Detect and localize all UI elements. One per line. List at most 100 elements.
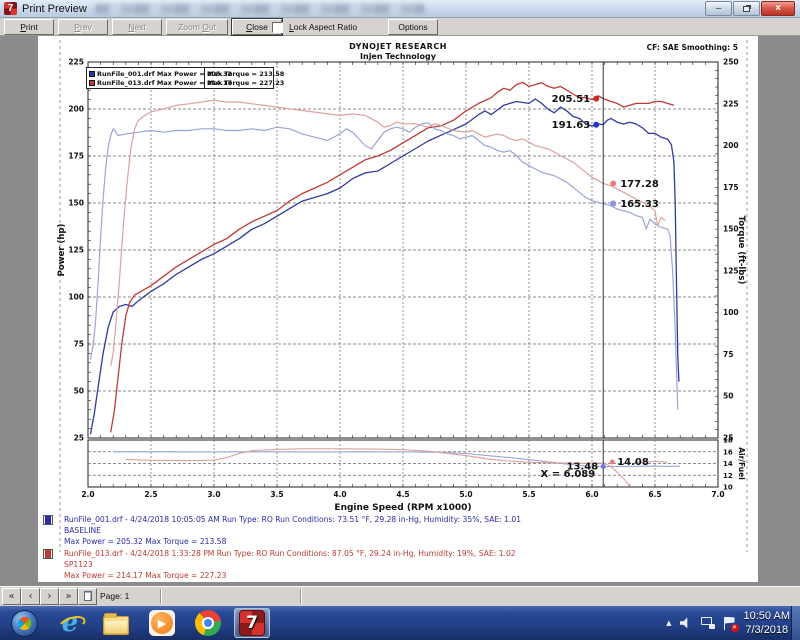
action-center-flag-icon[interactable]: × bbox=[723, 617, 736, 630]
taskbar-item-media-player[interactable]: ▶ bbox=[144, 608, 180, 638]
torque-axis-label: Torque (ft-lbs) bbox=[736, 216, 746, 285]
af-axis-tick: 16 bbox=[723, 448, 733, 456]
volume-icon[interactable] bbox=[680, 617, 693, 629]
run2-conditions: RunFile_013.drf - 4/24/2018 1:33:28 PM R… bbox=[64, 548, 516, 559]
folder-icon bbox=[103, 616, 129, 635]
power-axis-tick: 175 bbox=[68, 152, 84, 161]
rpm-axis-tick: 4.5 bbox=[396, 490, 409, 499]
cursor-dot bbox=[601, 464, 606, 469]
torque-axis-tick: 200 bbox=[723, 141, 739, 150]
torque-runfile-001-curve bbox=[91, 123, 678, 410]
power-axis-tick: 200 bbox=[68, 105, 84, 114]
run1-conditions: RunFile_001.drf - 4/24/2018 10:05:05 AM … bbox=[64, 514, 521, 525]
toolbar: Print Prev Next Zoom Out Close Lock Aspe… bbox=[0, 18, 800, 36]
rpm-axis-tick: 5.5 bbox=[522, 490, 535, 499]
legend-swatch-run2 bbox=[89, 80, 95, 86]
page-icon bbox=[84, 591, 92, 601]
statusbar-divider bbox=[160, 589, 162, 604]
run1-swatch bbox=[43, 515, 53, 525]
cursor-value-label: 177.28 bbox=[620, 179, 659, 190]
taskbar-item-chrome[interactable] bbox=[190, 608, 226, 638]
show-desktop-button[interactable] bbox=[791, 606, 800, 640]
power-axis-tick: 225 bbox=[68, 58, 84, 67]
torque-axis-tick: 175 bbox=[723, 183, 739, 192]
taskbar: e ▶ 7 ▲ × 10:50 AM 7/3/2018 bbox=[0, 606, 800, 640]
power-axis-tick: 125 bbox=[68, 246, 84, 255]
report-page: DYNOJET RESEARCH Injen Technology CF: SA… bbox=[38, 36, 758, 582]
power-axis-label: Power (hp) bbox=[57, 224, 67, 277]
cursor-value-label: 191.63 bbox=[552, 120, 591, 131]
taskbar-clock[interactable]: 10:50 AM 7/3/2018 bbox=[744, 609, 790, 637]
close-window-button[interactable]: × bbox=[761, 1, 795, 16]
minimize-button[interactable]: – bbox=[705, 1, 732, 16]
rpm-axis-tick: 7.0 bbox=[711, 490, 724, 499]
legend-torque-1: Max Torque = 213.58 bbox=[207, 70, 284, 78]
start-button[interactable] bbox=[6, 608, 42, 638]
clock-date: 7/3/2018 bbox=[744, 623, 790, 637]
title-bar[interactable]: 7 Print Preview – × bbox=[0, 0, 800, 18]
run-info-baseline: RunFile_001.drf - 4/24/2018 10:05:05 AM … bbox=[43, 514, 521, 547]
taskbar-item-dyno-app-active[interactable]: 7 bbox=[234, 608, 270, 638]
torque-axis-tick: 225 bbox=[723, 99, 739, 108]
next-page-button[interactable]: › bbox=[40, 588, 59, 605]
taskbar-item-internet-explorer[interactable]: e bbox=[52, 608, 88, 638]
network-icon[interactable] bbox=[701, 617, 715, 629]
power-axis-tick: 75 bbox=[74, 340, 84, 349]
prev-page-button[interactable]: ‹ bbox=[21, 588, 40, 605]
preview-area: DYNOJET RESEARCH Injen Technology CF: SA… bbox=[0, 36, 800, 586]
hidden-icons-arrow[interactable]: ▲ bbox=[666, 619, 671, 627]
power-axis-tick: 50 bbox=[74, 387, 84, 396]
window-title: Print Preview bbox=[22, 3, 87, 15]
internet-explorer-icon: e bbox=[62, 610, 79, 636]
dyno-app-icon: 7 bbox=[239, 610, 265, 636]
windows-orb-icon bbox=[11, 610, 38, 637]
print-preview-window: 7 Print Preview – × Print Prev Next Zoom… bbox=[0, 0, 800, 640]
zoom-out-button[interactable]: Zoom Out bbox=[166, 19, 228, 35]
cursor-dot bbox=[610, 200, 616, 206]
chrome-icon bbox=[195, 610, 221, 636]
power-runfile-001-curve bbox=[91, 99, 679, 434]
cursor-dot bbox=[593, 122, 599, 128]
last-page-button[interactable]: » bbox=[59, 588, 78, 605]
af-axis-tick: 18 bbox=[723, 437, 733, 445]
cursor-x-label: X = 6.089 bbox=[541, 469, 596, 480]
rpm-axis-tick: 6.0 bbox=[585, 490, 598, 499]
run-info-sp1123: RunFile_013.drf - 4/24/2018 1:33:28 PM R… bbox=[43, 548, 516, 581]
goto-page-button[interactable] bbox=[78, 588, 97, 605]
rpm-axis-tick: 2.5 bbox=[144, 490, 157, 499]
power-axis-tick: 150 bbox=[68, 199, 84, 208]
cursor-value-label: 205.51 bbox=[552, 94, 591, 105]
page-number-label: Page: 1 bbox=[100, 591, 129, 601]
rpm-axis-tick: 5.0 bbox=[459, 490, 472, 499]
options-button[interactable]: Options bbox=[388, 19, 438, 35]
status-bar: « ‹ › » Page: 1 bbox=[0, 586, 800, 606]
prev-button[interactable]: Prev bbox=[58, 19, 108, 35]
torque-axis-tick: 100 bbox=[723, 308, 739, 317]
af-axis-label: Air/Fuel bbox=[737, 447, 746, 480]
app-icon: 7 bbox=[4, 2, 17, 15]
media-player-icon: ▶ bbox=[149, 610, 175, 636]
restore-button[interactable] bbox=[733, 1, 760, 16]
taskbar-item-file-explorer[interactable] bbox=[98, 608, 134, 638]
window-title-redacted bbox=[95, 4, 425, 14]
run1-max: Max Power = 205.32 Max Torque = 213.58 bbox=[64, 536, 521, 547]
dyno-chart: 2550751001251501752002252550751001251501… bbox=[38, 36, 758, 582]
x-axis-label: Engine Speed (RPM x1000) bbox=[334, 503, 471, 513]
chart-legend: RunFile_001.drf Max Power = 205.32 RunFi… bbox=[86, 67, 274, 89]
run2-name: SP1123 bbox=[64, 559, 516, 570]
print-button[interactable]: Print bbox=[4, 19, 54, 35]
next-button[interactable]: Next bbox=[112, 19, 162, 35]
legend-torque-2: Max Torque = 227.23 bbox=[207, 79, 284, 87]
run2-swatch bbox=[43, 549, 53, 559]
cursor-dot bbox=[593, 96, 599, 102]
run1-name: BASELINE bbox=[64, 525, 521, 536]
af-axis-tick: 14 bbox=[723, 460, 733, 468]
rpm-axis-tick: 4.0 bbox=[333, 490, 346, 499]
legend-row: RunFile_001.drf Max Power = 205.32 bbox=[89, 69, 202, 78]
airfuel-runfile-013-curve bbox=[126, 449, 603, 463]
rpm-axis-tick: 2.0 bbox=[81, 490, 94, 499]
cursor-dot bbox=[610, 181, 616, 187]
first-page-button[interactable]: « bbox=[2, 588, 21, 605]
lock-aspect-label[interactable]: Lock Aspect Ratio bbox=[289, 22, 357, 32]
lock-aspect-checkbox[interactable] bbox=[272, 22, 283, 33]
